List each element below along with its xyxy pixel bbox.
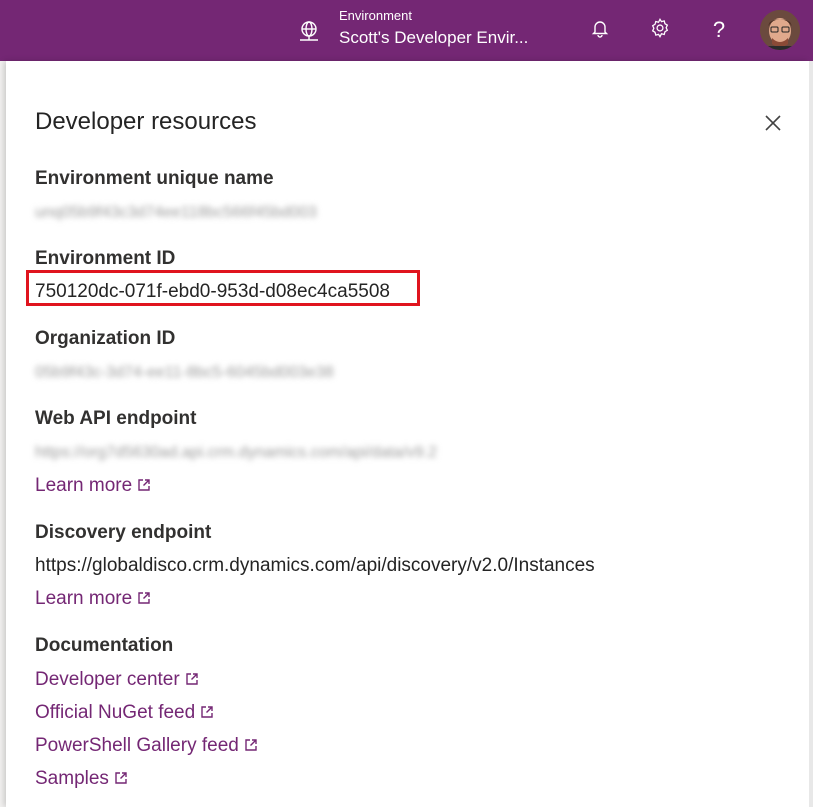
web-api-value: https://org7d5630ad.api.crm.dynamics.com… — [35, 444, 437, 461]
link-text: PowerShell Gallery feed — [35, 735, 239, 756]
top-bar: Environment Scott's Developer Envir... ? — [0, 0, 813, 61]
discovery-value: https://globaldisco.crm.dynamics.com/api… — [35, 555, 595, 576]
org-id-label: Organization ID — [35, 328, 176, 349]
external-link-icon — [114, 768, 128, 792]
nuget-feed-link[interactable]: Official NuGet feed — [35, 701, 214, 726]
link-text: Official NuGet feed — [35, 702, 196, 723]
link-text: Learn more — [35, 588, 133, 609]
bell-icon — [590, 18, 610, 43]
environment-icon — [298, 20, 320, 42]
environment-picker[interactable]: Environment Scott's Developer Envir... — [339, 8, 528, 49]
scrollbar[interactable] — [809, 61, 813, 807]
env-unique-name-label: Environment unique name — [35, 168, 274, 189]
external-link-icon — [185, 669, 199, 693]
help-button[interactable]: ? — [704, 15, 734, 45]
env-unique-name-value: unq05b9f43c3d74ee118bc566f45bd003 — [35, 204, 317, 221]
documentation-label: Documentation — [35, 635, 174, 656]
web-api-learn-more-link[interactable]: Learn more — [35, 474, 151, 499]
external-link-icon — [200, 702, 214, 726]
avatar[interactable] — [760, 10, 800, 50]
env-id-label: Environment ID — [35, 248, 176, 269]
discovery-label: Discovery endpoint — [35, 522, 212, 543]
settings-button[interactable] — [645, 15, 675, 45]
environment-name: Scott's Developer Envir... — [339, 28, 529, 47]
discovery-learn-more-link[interactable]: Learn more — [35, 587, 151, 612]
gear-icon — [649, 17, 671, 44]
web-api-label: Web API endpoint — [35, 408, 197, 429]
notifications-button[interactable] — [585, 15, 615, 45]
close-button[interactable] — [760, 110, 786, 136]
environment-caption: Environment — [339, 8, 412, 23]
link-text: Samples — [35, 768, 109, 789]
env-id-highlight — [26, 270, 420, 306]
help-icon: ? — [712, 17, 726, 42]
samples-link[interactable]: Samples — [35, 767, 128, 792]
external-link-icon — [137, 588, 151, 612]
panel-title: Developer resources — [35, 108, 257, 135]
powershell-gallery-link[interactable]: PowerShell Gallery feed — [35, 734, 258, 759]
developer-center-link[interactable]: Developer center — [35, 668, 199, 693]
close-icon — [760, 115, 786, 140]
external-link-icon — [137, 475, 151, 499]
org-id-value: 05b9f43c-3d74-ee11-8bc5-6045bd003e38 — [35, 364, 334, 381]
link-text: Developer center — [35, 669, 180, 690]
link-text: Learn more — [35, 475, 133, 496]
external-link-icon — [244, 735, 258, 759]
